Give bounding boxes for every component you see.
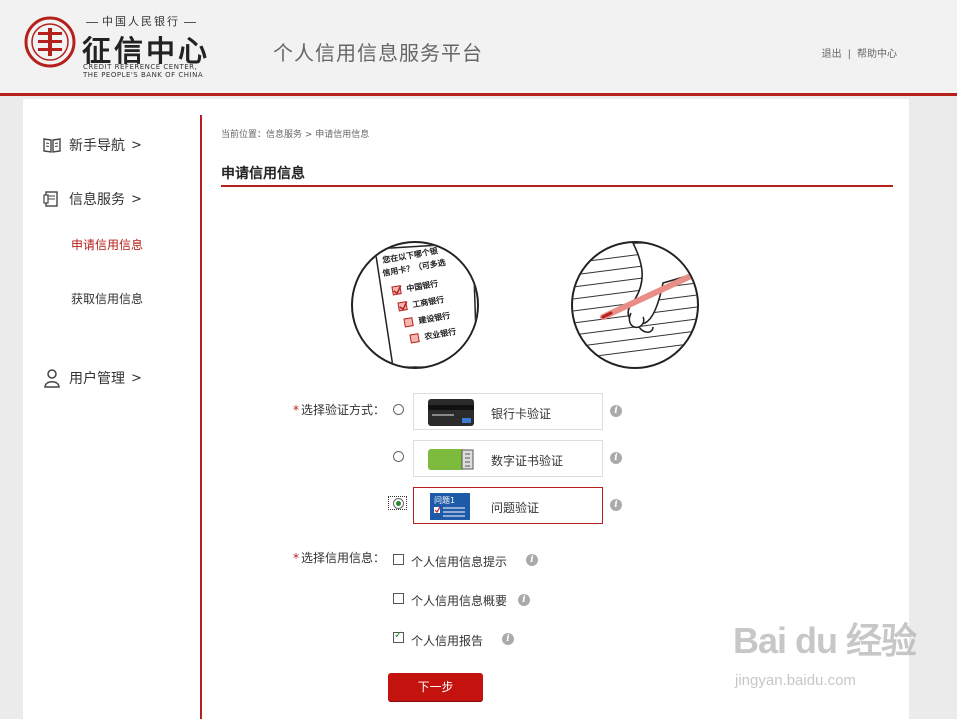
checkbox-credit-hint[interactable] [393,554,404,565]
document-icon [43,191,58,207]
question-card-icon: 问题1 [430,493,470,520]
questionnaire-illustration: 您在以下哪个银 信用卡？（可多选 中国银行 工商银行 建设银行 农业银行 [351,241,479,369]
link-separator: | [847,49,851,60]
bank-card-icon [428,399,474,426]
verify-method-label: * 选择验证方式： [293,401,385,418]
info-icon[interactable]: i [518,594,530,606]
header: 中国人民银行 征信中心 CREDIT REFERENCE CENTER, THE… [0,0,957,96]
info-icon[interactable]: i [610,452,622,464]
question-card-text: 问题1 [434,496,455,505]
sidebar-item-guide[interactable]: 新手导航 > [43,135,142,155]
sidebar-item-info-service[interactable]: 信息服务 > [43,189,142,209]
option-label: 银行卡验证 [491,407,552,421]
info-icon[interactable]: i [502,633,514,645]
chevron-right-icon: > [131,191,142,207]
sidebar-item-label: 用户管理 [69,371,125,387]
title-underline [221,185,893,187]
watermark-logo: Bai du 经验 [733,620,917,661]
option-digital-cert-verify[interactable]: 数字证书验证 [413,440,603,477]
book-icon [43,138,61,153]
hand-writing-illustration [571,241,699,369]
required-mark: * [293,403,299,417]
credit-info-text: 选择信用信息： [301,551,386,565]
radio-digital-cert[interactable] [393,451,404,462]
next-step-button[interactable]: 下一步 [388,673,483,702]
checkbox-credit-report[interactable] [393,630,404,643]
credit-center-emblem-icon [24,16,76,68]
checkbox-credit-summary[interactable] [393,593,404,604]
option-bank-card-verify[interactable]: 银行卡验证 [413,393,603,430]
logo-subtitle-cn: 中国人民银行 [82,13,200,29]
questionnaire-paper-icon: 您在以下哪个银 信用卡？（可多选 中国银行 工商银行 建设银行 农业银行 [374,243,477,367]
sidebar-item-label: 新手导航 [69,138,125,154]
checkbox-label[interactable]: 个人信用信息概要 [411,592,507,609]
info-icon[interactable]: i [526,554,538,566]
option-question-verify[interactable]: 问题1 问题验证 [413,487,603,524]
page-title: 申请信用信息 [221,166,305,182]
info-icon[interactable]: i [610,405,622,417]
info-icon[interactable]: i [610,499,622,511]
logo-en-line1: CREDIT REFERENCE CENTER, [83,63,198,71]
sidebar-item-label: 信息服务 [69,192,125,208]
usb-key-icon [428,449,474,470]
sidebar-subitem-get-credit-info[interactable]: 获取信用信息 [71,290,143,307]
logout-link[interactable]: 退出 [822,49,842,60]
verify-method-text: 选择验证方式： [301,403,386,417]
sidebar-item-user-management[interactable]: 用户管理 > [43,368,142,388]
logo-title-en: CREDIT REFERENCE CENTER, THE PEOPLE'S BA… [83,63,203,79]
sidebar-divider [200,115,202,719]
checkbox-label[interactable]: 个人信用信息提示 [411,553,507,570]
option-label: 数字证书验证 [491,454,564,468]
chevron-right-icon: > [131,370,142,386]
top-links: 退出 | 帮助中心 [822,45,897,60]
help-center-link[interactable]: 帮助中心 [857,49,897,60]
sidebar: 新手导航 > 信息服务 > 申请信用信息 获取信用信息 用户管理 > [23,99,200,719]
sidebar-subitem-apply-credit-info[interactable]: 申请信用信息 [71,236,143,253]
hand-pen-icon [573,243,697,360]
checkbox-label[interactable]: 个人信用报告 [411,632,483,649]
logo-en-line2: THE PEOPLE'S BANK OF CHINA [83,71,204,79]
chevron-right-icon: > [131,137,142,153]
radio-question-verify[interactable] [393,498,404,509]
baidu-jingyan-watermark: Bai du 经验 jingyan.baidu.com [733,612,917,702]
breadcrumb: 当前位置：信息服务 > 申请信用信息 [221,130,370,140]
platform-title: 个人信用信息服务平台 [273,41,483,65]
credit-info-label: * 选择信用信息： [293,549,385,566]
watermark-url: jingyan.baidu.com [735,672,856,689]
radio-bank-card[interactable] [393,404,404,415]
option-label: 问题验证 [491,501,540,515]
required-mark: * [293,551,299,565]
user-icon [44,369,60,388]
